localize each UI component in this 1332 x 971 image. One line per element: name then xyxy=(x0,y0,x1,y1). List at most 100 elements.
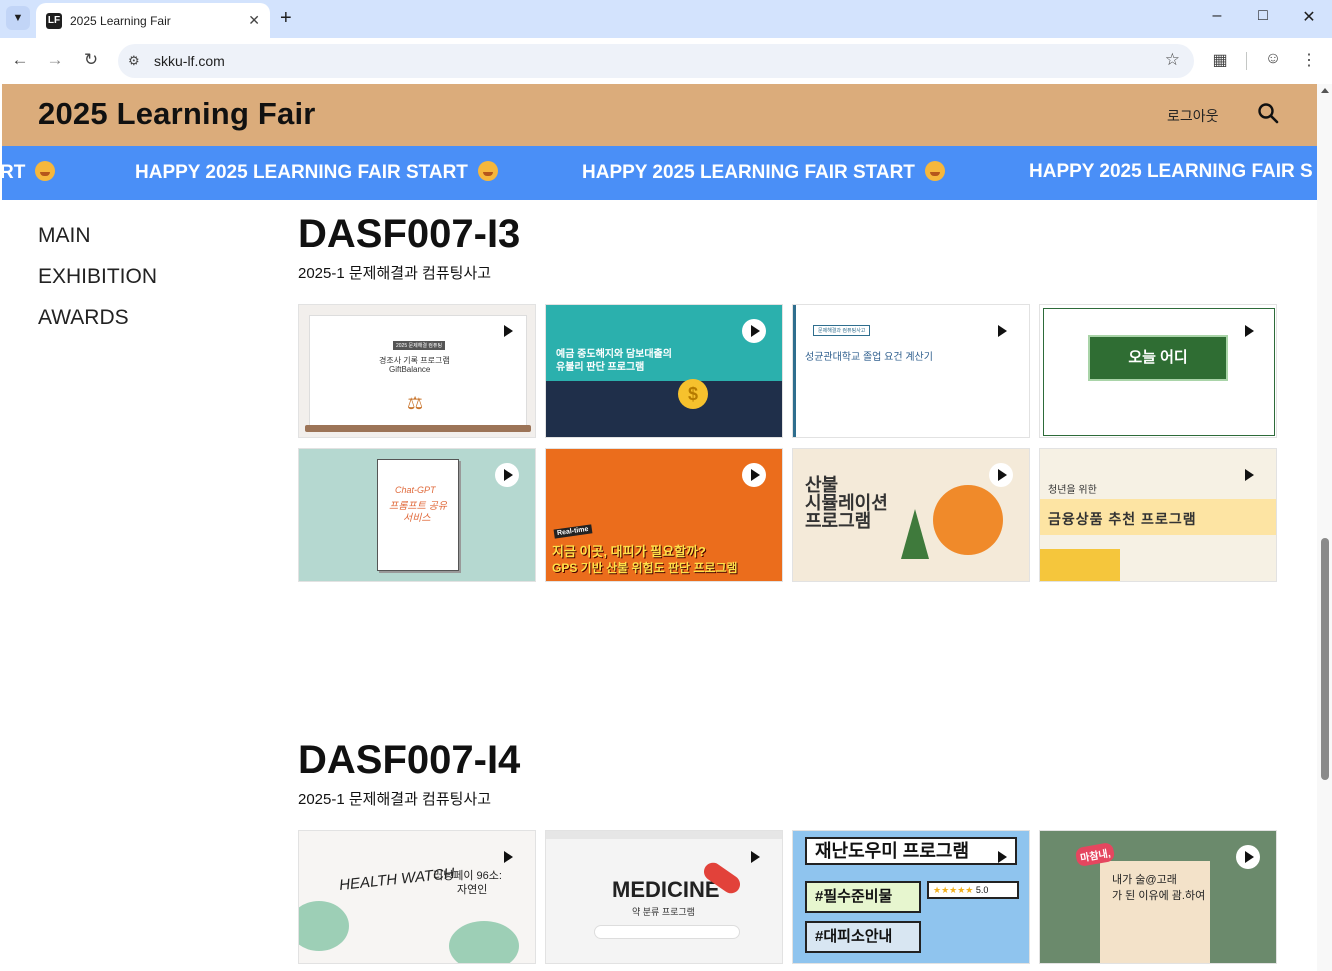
page-scrollbar[interactable] xyxy=(1317,84,1332,971)
site-header: 2025 Learning Fair 로그아웃 xyxy=(2,84,1317,146)
play-icon[interactable] xyxy=(1236,319,1260,343)
tree-icon xyxy=(901,509,929,559)
rating-value: 5.0 xyxy=(975,885,989,895)
section-subtitle: 2025-1 문제해결과 컴퓨팅사고 xyxy=(298,265,492,282)
star-rating-icon: ★★★★★ xyxy=(933,885,974,895)
map-blob xyxy=(449,921,519,963)
card-tag: 2025 문제해결 컴퓨팅 xyxy=(393,341,446,350)
play-icon[interactable] xyxy=(742,319,766,343)
map-blob xyxy=(299,901,349,951)
play-icon[interactable] xyxy=(495,463,519,487)
card-heading: 지금 이곳, 대피가 필요할까? xyxy=(552,544,706,559)
forward-arrow-icon[interactable]: → xyxy=(44,50,66,70)
page-viewport: 2025 Learning Fair 로그아웃 RT HAPPY 2025 LE… xyxy=(2,84,1317,971)
play-icon[interactable] xyxy=(495,319,519,343)
search-icon[interactable] xyxy=(1257,102,1279,124)
card-heading: MEDICINE xyxy=(612,877,720,902)
project-card-wildfire-sim[interactable]: 산불 시뮬레이션 프로그램 xyxy=(792,448,1030,582)
reload-icon[interactable]: ↻ xyxy=(80,50,102,70)
search-bar xyxy=(594,925,740,939)
play-icon[interactable] xyxy=(1236,845,1260,869)
play-icon[interactable] xyxy=(989,845,1013,869)
project-card-giftbalance[interactable]: 2025 문제해결 컴퓨팅 경조사 기록 프로그램 GiftBalance ⚖ xyxy=(298,304,536,438)
card-heading: 청년을 위한 xyxy=(1048,485,1097,496)
slide-bar xyxy=(305,425,531,432)
site-info-icon[interactable]: ⚙ xyxy=(128,53,148,69)
logout-link[interactable]: 로그아웃 xyxy=(1167,106,1219,126)
card-heading: Chat-GPT xyxy=(395,485,436,495)
scale-icon: ⚖ xyxy=(407,393,424,413)
card-heading-line3: 서비스 xyxy=(403,513,431,524)
accent-bar xyxy=(793,305,796,437)
project-card-health-watch[interactable]: HEALTH WATCH 러닝페이 96소: 자연인 xyxy=(298,830,536,964)
new-tab-plus-icon[interactable]: + xyxy=(280,7,292,30)
card-heading: 성균관대학교 졸업 요건 계산기 xyxy=(805,352,933,363)
side-nav: MAIN EXHIBITION AWARDS xyxy=(38,224,157,347)
project-card-disaster-helper[interactable]: 재난도우미 프로그램 #필수준비물 ★★★★★ 5.0 #대피소안내 xyxy=(792,830,1030,964)
play-icon[interactable] xyxy=(989,319,1013,343)
card-heading-line3: 프로그램 xyxy=(805,511,872,531)
project-card-medicine[interactable]: MEDICINE 약 분류 프로그램 xyxy=(545,830,783,964)
tab-title: 2025 Learning Fair xyxy=(70,13,171,28)
nav-item-exhibition[interactable]: EXHIBITION xyxy=(38,265,157,306)
city-skyline xyxy=(546,381,782,437)
project-card-graduation[interactable]: 문제해결과 컴퓨팅사고 성균관대학교 졸업 요건 계산기 xyxy=(792,304,1030,438)
site-title[interactable]: 2025 Learning Fair xyxy=(38,96,316,132)
card-subheading: GiftBalance xyxy=(389,365,431,374)
project-card-deposit-loan[interactable]: 예금 중도해지와 담보대출의 유불리 판단 프로그램 $ xyxy=(545,304,783,438)
minimize-icon[interactable]: – xyxy=(1207,7,1227,25)
project-card-hangover[interactable]: 마참내, 내가 술@고래 가 된 이유에 괌.하여 xyxy=(1039,830,1277,964)
window-bar xyxy=(546,831,782,839)
card-heading-line2: 유불리 판단 프로그램 xyxy=(556,362,645,373)
card-heading-line2: GPS 기반 산불 위험도 판단 프로그램 xyxy=(552,561,738,575)
dollar-coin-icon: $ xyxy=(678,379,708,409)
card-tag: 문제해결과 컴퓨팅사고 xyxy=(813,325,871,336)
nav-item-main[interactable]: MAIN xyxy=(38,224,157,265)
tab-close-icon[interactable]: ✕ xyxy=(248,12,260,29)
coins-stack-icon xyxy=(1040,549,1120,581)
project-card-finance[interactable]: 청년을 위한 금융상품 추천 프로그램 xyxy=(1039,448,1277,582)
window-close-icon[interactable]: ✕ xyxy=(1299,7,1319,27)
play-icon[interactable] xyxy=(742,463,766,487)
card-heading: 오늘 어디 xyxy=(1088,335,1228,381)
announcement-marquee: RT HAPPY 2025 LEARNING FAIR START HAPPY … xyxy=(2,146,1317,200)
browser-tab-strip: ▼ LF 2025 Learning Fair ✕ + – □ ✕ xyxy=(0,0,1332,38)
more-menu-icon[interactable]: ⋮ xyxy=(1298,50,1320,70)
play-icon[interactable] xyxy=(989,463,1013,487)
card-heading-line2: 금융상품 추천 프로그램 xyxy=(1048,511,1197,527)
profile-icon[interactable]: ☺ xyxy=(1262,50,1284,68)
party-emoji-icon xyxy=(924,161,945,181)
maximize-icon[interactable]: □ xyxy=(1253,7,1273,25)
back-arrow-icon[interactable]: ← xyxy=(9,50,31,70)
play-icon[interactable] xyxy=(495,845,519,869)
section-title: DASF007-I3 xyxy=(298,212,521,256)
card-heading-line3: #대피소안내 xyxy=(805,921,921,953)
browser-tab[interactable]: LF 2025 Learning Fair ✕ xyxy=(36,3,270,38)
address-bar[interactable]: ⚙ skku-lf.com ☆ xyxy=(118,44,1194,78)
scroll-up-arrow-icon[interactable] xyxy=(1321,88,1329,93)
section-title: DASF007-I4 xyxy=(298,738,521,782)
card-heading-line2: #필수준비물 xyxy=(805,881,921,913)
card-heading: 재난도우미 프로그램 xyxy=(805,837,1017,865)
project-card-where-today[interactable]: 오늘 어디 xyxy=(1039,304,1277,438)
browser-toolbar: ← → ↻ ⚙ skku-lf.com ☆ ▦ ☺ ⋮ xyxy=(0,38,1332,84)
scrollbar-thumb[interactable] xyxy=(1321,538,1329,780)
play-icon[interactable] xyxy=(1236,463,1260,487)
card-heading-line3: 가 된 이유에 괌.하여 xyxy=(1112,890,1206,902)
section-subtitle: 2025-1 문제해결과 컴퓨팅사고 xyxy=(298,791,492,808)
extensions-puzzle-icon[interactable]: ▦ xyxy=(1209,50,1231,70)
site-favicon-icon: LF xyxy=(46,12,62,29)
card-heading-line2: 내가 술@고래 xyxy=(1112,874,1177,886)
fire-icon xyxy=(933,485,1003,555)
url-text[interactable]: skku-lf.com xyxy=(154,53,225,69)
rating-box: ★★★★★ 5.0 xyxy=(927,881,1019,899)
toolbar-divider xyxy=(1246,52,1247,70)
marquee-item: HAPPY 2025 LEARNING FAIR START xyxy=(135,161,498,184)
tab-search-chevron-icon[interactable]: ▼ xyxy=(6,6,30,30)
nav-item-awards[interactable]: AWARDS xyxy=(38,306,157,347)
project-card-chat-gpt[interactable]: Chat-GPT 프롬프트 공유 서비스 xyxy=(298,448,536,582)
play-icon[interactable] xyxy=(742,845,766,869)
project-card-evacuation[interactable]: Real-time 지금 이곳, 대피가 필요할까? GPS 기반 산불 위험도… xyxy=(545,448,783,582)
bookmark-star-icon[interactable]: ☆ xyxy=(1165,50,1180,70)
card-heading-line3: 자연인 xyxy=(457,884,488,896)
